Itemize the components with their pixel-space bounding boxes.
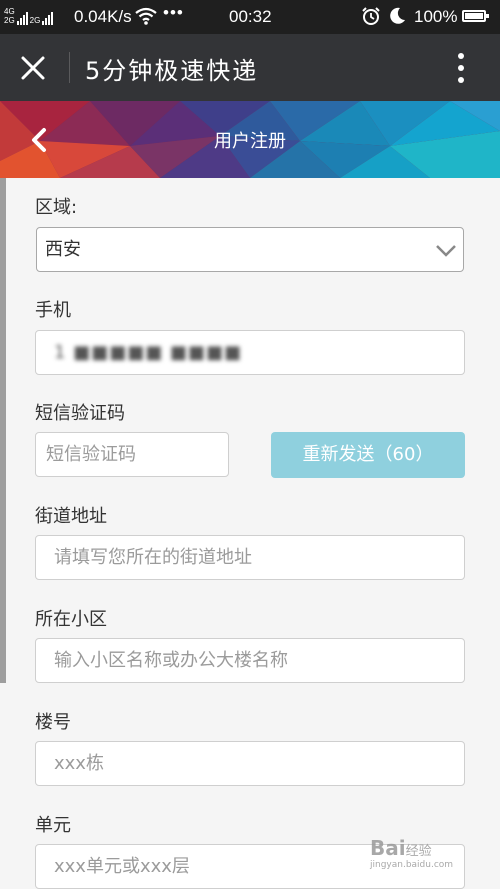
unit-label: 单元 <box>35 815 71 836</box>
page-title: 5分钟极速快递 <box>85 57 259 85</box>
phone-value: 1 ■■■■■ ■■■■ <box>54 342 242 363</box>
wifi-icon <box>135 7 157 25</box>
signal-icon: 4G 2G 2G <box>4 7 54 25</box>
region-select[interactable]: 西安 <box>36 227 464 272</box>
battery-level: 100% <box>414 7 458 26</box>
moon-icon <box>390 7 405 24</box>
phone-label: 手机 <box>35 300 71 321</box>
header-banner: 用户注册 <box>0 101 500 178</box>
clock: 00:32 <box>229 7 272 26</box>
battery-icon <box>462 10 489 22</box>
scroll-indicator <box>0 178 6 683</box>
app-title-bar: 5分钟极速快递 <box>0 34 500 101</box>
close-icon[interactable] <box>18 53 48 83</box>
more-vert-icon[interactable] <box>450 52 472 84</box>
building-label: 楼号 <box>35 712 71 733</box>
community-label: 所在小区 <box>35 609 107 630</box>
street-label: 街道地址 <box>35 506 107 527</box>
watermark-brand2: 经验 <box>405 844 432 859</box>
community-input[interactable]: 输入小区名称或办公大楼名称 <box>35 638 465 683</box>
street-input[interactable]: 请填写您所在的街道地址 <box>35 535 465 580</box>
watermark: Bai经验 jingyan.baidu.com <box>370 836 453 870</box>
watermark-url: jingyan.baidu.com <box>370 860 454 870</box>
building-input[interactable]: xxx栋 <box>35 741 465 786</box>
alarm-icon <box>362 7 380 25</box>
title-divider <box>69 52 70 83</box>
banner-title: 用户注册 <box>214 131 286 152</box>
watermark-brand: Bai <box>370 836 406 860</box>
resend-code-button[interactable]: 重新发送（60） <box>271 432 465 478</box>
status-bar: 4G 2G 2G 0.04K/s ••• 00:32 100% <box>0 0 500 34</box>
network-speed: 0.04K/s <box>74 7 132 26</box>
sms-code-input[interactable]: 短信验证码 <box>35 432 229 477</box>
region-label: 区域: <box>35 197 78 218</box>
region-value: 西安 <box>45 239 81 260</box>
chevron-down-icon <box>436 245 456 257</box>
more-notifications: ••• <box>163 3 184 22</box>
phone-field[interactable]: 1 ■■■■■ ■■■■ <box>35 330 465 375</box>
sms-code-label: 短信验证码 <box>35 403 125 424</box>
